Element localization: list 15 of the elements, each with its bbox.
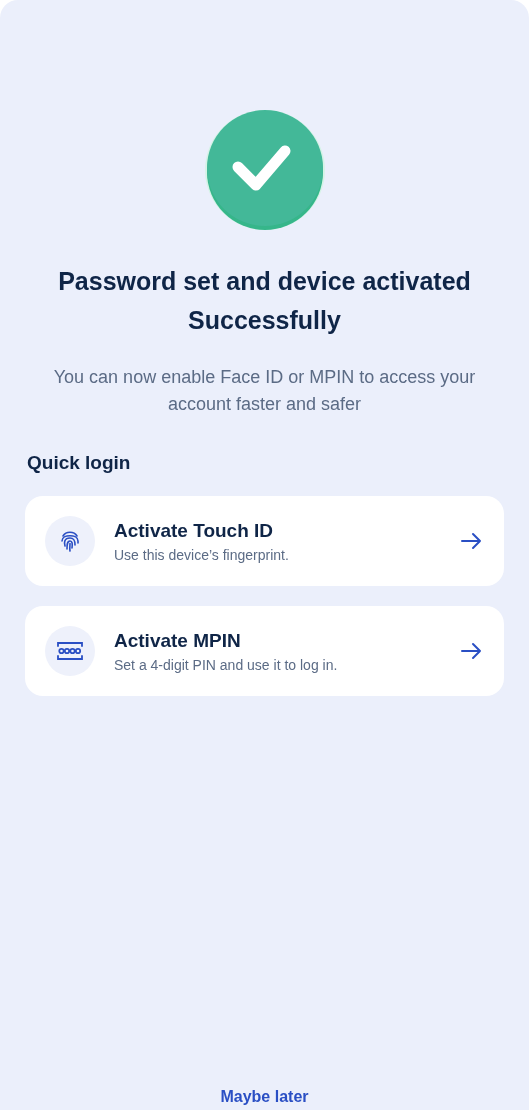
success-check-icon: [202, 108, 327, 232]
option-title: Activate MPIN: [114, 629, 242, 652]
option-title: Activate Touch ID: [114, 519, 275, 542]
option-card[interactable]: Activate Touch ID Use this device’s fingerprint.: [25, 496, 504, 586]
success-title: Password set and device activated Successfully: [57, 266, 472, 336]
arrow-right-icon: [460, 532, 482, 550]
option-description: Set a 4-digit PIN and use it to log in.: [114, 656, 339, 673]
maybe-later-link[interactable]: Maybe later: [220, 1088, 309, 1106]
pin-field-icon: [56, 641, 84, 661]
success-message: You can now enable Face ID or MPIN to access your account faster and safer: [52, 366, 477, 416]
arrow-right-icon: [460, 642, 482, 660]
option-description: Use this device’s fingerprint.: [114, 546, 290, 563]
fingerprint-icon: [58, 529, 82, 553]
option-card[interactable]: Activate MPIN Set a 4-digit PIN and use it to log in.: [25, 606, 504, 696]
section-title: Quick login: [27, 452, 132, 474]
